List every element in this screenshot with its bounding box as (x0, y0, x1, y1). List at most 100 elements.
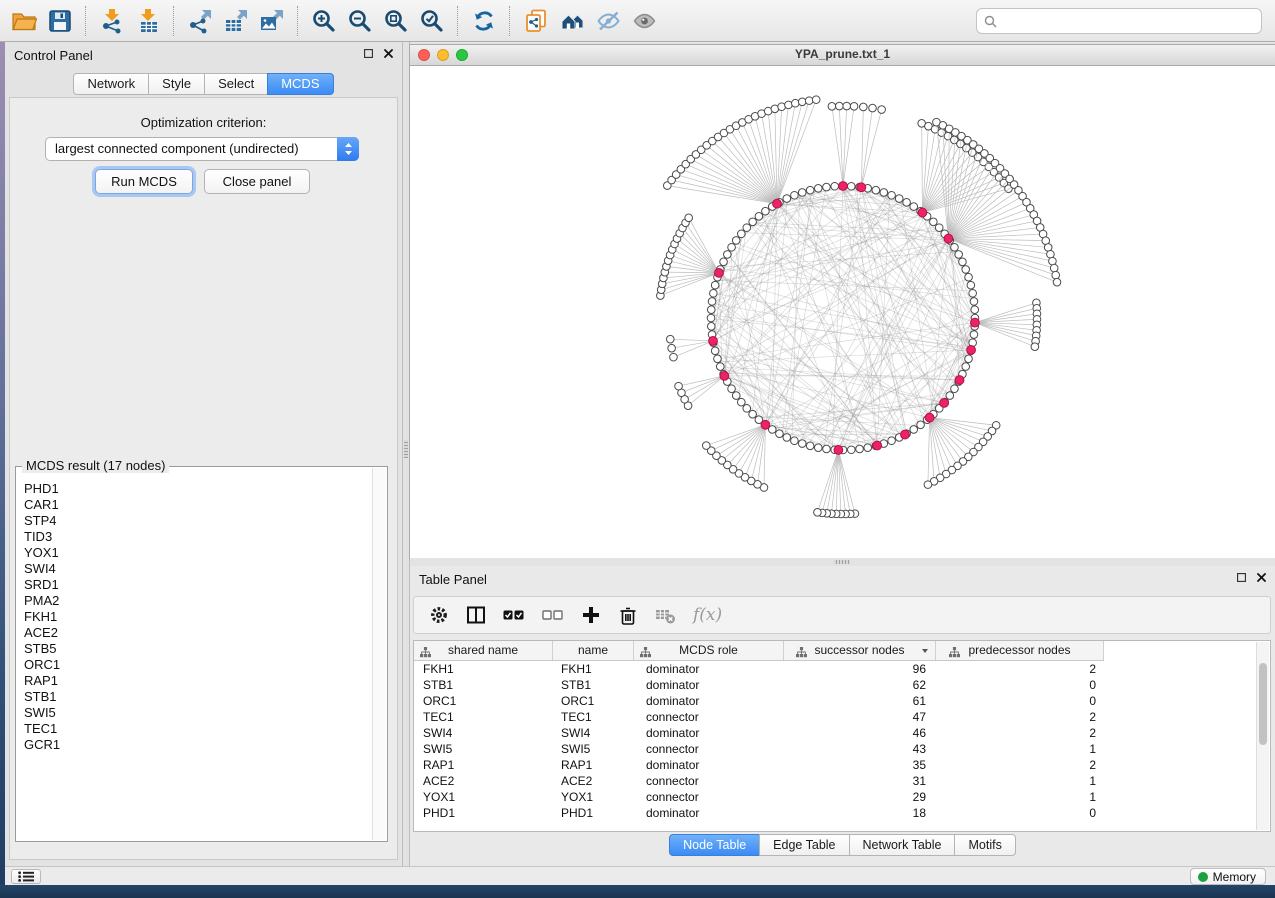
deselect-all-button[interactable] (542, 605, 564, 625)
refresh-button[interactable] (466, 3, 502, 39)
mcds-result-item[interactable]: PHD1 (24, 481, 372, 497)
select-all-button[interactable] (503, 605, 525, 625)
sort-chevron-icon[interactable] (922, 649, 928, 653)
table-cell: RAP1 (553, 757, 634, 773)
mcds-result-item[interactable]: CAR1 (24, 497, 372, 513)
control-panel: Control Panel Network Style Select MCDS … (5, 42, 402, 866)
minimize-window-button[interactable] (437, 49, 449, 61)
mcds-result-item[interactable]: STB5 (24, 641, 372, 657)
add-column-button[interactable] (581, 605, 601, 625)
export-network-button[interactable] (182, 3, 218, 39)
mcds-result-item[interactable]: YOX1 (24, 545, 372, 561)
zoom-in-button[interactable] (306, 3, 342, 39)
zoom-fit-button[interactable] (378, 3, 414, 39)
mcds-result-item[interactable]: STB1 (24, 689, 372, 705)
mcds-result-item[interactable]: STP4 (24, 513, 372, 529)
tab-select[interactable]: Select (204, 73, 268, 95)
network-canvas[interactable] (410, 66, 1275, 558)
horizontal-splitter[interactable] (410, 558, 1275, 566)
hide-eye-icon (595, 8, 622, 34)
tab-style[interactable]: Style (148, 73, 205, 95)
mcds-result-item[interactable]: TEC1 (24, 721, 372, 737)
table-row[interactable]: RAP1RAP1dominator352 (414, 757, 1257, 773)
delete-column-button[interactable] (618, 605, 638, 626)
table-panel: Table Panel f(x) shared name name MCDS r… (410, 566, 1275, 866)
control-panel-tabs: Network Style Select MCDS (5, 73, 402, 95)
table-row[interactable]: PHD1PHD1dominator180 (414, 805, 1257, 821)
tab-mcds[interactable]: MCDS (267, 73, 333, 95)
mcds-result-item[interactable]: SWI5 (24, 705, 372, 721)
vertical-splitter[interactable] (402, 42, 410, 866)
toolbar-separator (297, 6, 299, 36)
close-panel-icon[interactable] (384, 49, 393, 58)
table-row[interactable]: ORC1ORC1dominator610 (414, 693, 1257, 709)
duplicate-network-button[interactable] (518, 3, 554, 39)
network-graph[interactable] (410, 66, 1273, 557)
column-settings-button[interactable] (429, 605, 449, 625)
tab-network-table[interactable]: Network Table (849, 834, 956, 856)
mcds-result-item[interactable]: FKH1 (24, 609, 372, 625)
mcds-result-item[interactable]: SWI4 (24, 561, 372, 577)
splitter-grip[interactable] (834, 560, 850, 564)
toolbar-separator (85, 6, 87, 36)
save-session-button[interactable] (42, 3, 78, 39)
column-label: shared name (448, 643, 518, 657)
column-header-successor-nodes[interactable]: successor nodes (784, 641, 936, 660)
table-row[interactable]: TEC1TEC1connector472 (414, 709, 1257, 725)
table-row[interactable]: FKH1FKH1dominator962 (414, 661, 1257, 677)
scrollbar-thumb[interactable] (1259, 663, 1267, 745)
show-columns-button[interactable] (466, 605, 486, 625)
column-header-name[interactable]: name (553, 641, 634, 660)
tab-node-table[interactable]: Node Table (669, 834, 760, 856)
hide-selected-button[interactable] (590, 3, 626, 39)
open-file-button[interactable] (6, 3, 42, 39)
table-row[interactable]: SWI5SWI5connector431 (414, 741, 1257, 757)
maximize-window-button[interactable] (456, 49, 468, 61)
mcds-result-item[interactable]: RAP1 (24, 673, 372, 689)
open-folder-icon (11, 8, 38, 34)
import-network-button[interactable] (94, 3, 130, 39)
tab-motifs[interactable]: Motifs (954, 834, 1015, 856)
column-header-mcds-role[interactable]: MCDS role (634, 641, 784, 660)
mcds-result-item[interactable]: PMA2 (24, 593, 372, 609)
mcds-result-item[interactable]: ORC1 (24, 657, 372, 673)
import-table-button[interactable] (130, 3, 166, 39)
search-input[interactable] (976, 8, 1262, 34)
mcds-result-scrollbar[interactable] (372, 468, 386, 840)
network-window-titlebar[interactable]: YPA_prune.txt_1 (410, 45, 1275, 66)
delete-table-button[interactable] (655, 605, 676, 625)
table-cell: 62 (784, 677, 936, 693)
column-header-shared-name[interactable]: shared name (414, 641, 553, 660)
close-panel-button[interactable]: Close panel (204, 169, 310, 194)
mcds-result-item[interactable]: ACE2 (24, 625, 372, 641)
mcds-result-item[interactable]: TID3 (24, 529, 372, 545)
mcds-result-item[interactable]: SRD1 (24, 577, 372, 593)
float-panel-icon[interactable] (364, 49, 373, 58)
show-log-button[interactable] (11, 869, 41, 884)
table-cell: 35 (784, 757, 936, 773)
tab-edge-table[interactable]: Edge Table (759, 834, 849, 856)
show-all-button[interactable] (626, 3, 662, 39)
optimization-criterion-select[interactable]: largest connected component (undirected) (45, 137, 359, 161)
table-scrollbar[interactable] (1256, 642, 1269, 830)
tab-network[interactable]: Network (73, 73, 149, 95)
zoom-selected-button[interactable] (414, 3, 450, 39)
table-row[interactable]: STB1STB1dominator620 (414, 677, 1257, 693)
function-builder-button[interactable]: f(x) (693, 605, 722, 625)
table-cell: PHD1 (414, 805, 553, 821)
column-header-predecessor-nodes[interactable]: predecessor nodes (936, 641, 1104, 660)
close-window-button[interactable] (418, 49, 430, 61)
splitter-grip[interactable] (404, 440, 408, 458)
mcds-result-item[interactable]: GCR1 (24, 737, 372, 753)
memory-button[interactable]: Memory (1190, 868, 1266, 885)
export-table-button[interactable] (218, 3, 254, 39)
table-row[interactable]: YOX1YOX1connector291 (414, 789, 1257, 805)
float-panel-icon[interactable] (1237, 573, 1246, 582)
run-mcds-button[interactable]: Run MCDS (95, 169, 193, 194)
zoom-out-button[interactable] (342, 3, 378, 39)
first-neighbors-button[interactable] (554, 3, 590, 39)
table-row[interactable]: ACE2ACE2connector311 (414, 773, 1257, 789)
export-image-button[interactable] (254, 3, 290, 39)
table-row[interactable]: SWI4SWI4dominator462 (414, 725, 1257, 741)
close-panel-icon[interactable] (1257, 573, 1266, 582)
